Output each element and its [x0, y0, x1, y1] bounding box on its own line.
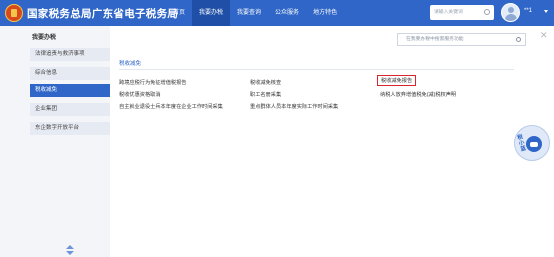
- header-search-input[interactable]: 请输入关键词: [430, 5, 494, 20]
- nav-public-service[interactable]: 公众服务: [268, 0, 306, 26]
- nav-tax-handling[interactable]: 我要办税: [192, 0, 231, 26]
- site-title: 国家税务总局广东省电子税务局: [27, 8, 179, 20]
- robot-icon: [526, 136, 542, 152]
- close-icon[interactable]: ✕: [540, 30, 548, 41]
- function-search-input[interactable]: 在我要办税中搜索服务功能: [397, 33, 526, 46]
- link-veteran-worktime-collection[interactable]: 自主就业退役士兵本年度在企业工作时间采集: [119, 103, 223, 110]
- link-tax-relief-report[interactable]: 税收减免报告: [377, 75, 417, 86]
- search-icon[interactable]: [516, 37, 521, 42]
- user-name[interactable]: **1: [524, 8, 532, 14]
- scroll-up-icon[interactable]: [66, 245, 74, 249]
- header-search-placeholder: 请输入关键词: [434, 10, 463, 15]
- sidebar: 我要办税 法律追责与救济事项 综合信息 税收减免 企业集团 东企数字开放平台: [0, 26, 110, 257]
- sidebar-item-open-platform[interactable]: 东企数字开放平台: [30, 122, 110, 135]
- nav-local-features[interactable]: 地方特色: [306, 0, 344, 26]
- main-content: 在我要办税中搜索服务功能 ✕ 税收减免 跨境应税行为免征增值税报告 税收优惠资格…: [110, 26, 554, 257]
- main-nav: 首页 我要办税 我要查询 公众服务 地方特色: [166, 0, 344, 26]
- link-key-group-worktime-collection[interactable]: 重点群体人员本年度实际工作时间采集: [250, 103, 338, 110]
- tax-emblem-icon: [5, 4, 23, 22]
- link-cancel-preferential-status[interactable]: 税收优惠资格取消: [119, 91, 161, 98]
- nav-home[interactable]: 首页: [166, 0, 192, 26]
- sidebar-item-general-info[interactable]: 综合信息: [30, 67, 110, 80]
- function-search-placeholder: 在我要办税中搜索服务功能: [406, 37, 464, 42]
- search-icon[interactable]: [484, 9, 490, 15]
- chevron-down-icon[interactable]: [544, 10, 548, 13]
- link-waive-vat-exemption-statement[interactable]: 纳税人放弃增值税免(减)税权声明: [380, 91, 456, 98]
- section-title: 税收减免: [119, 61, 142, 67]
- sidebar-item-tax-relief[interactable]: 税收减免: [30, 84, 110, 97]
- mascot-assistant-button[interactable]: 税小蓝: [514, 125, 550, 161]
- link-employee-roster-collection[interactable]: 职工名册采集: [250, 91, 281, 98]
- link-cross-border-exemption[interactable]: 跨境应税行为免征增值税报告: [119, 79, 186, 86]
- user-avatar[interactable]: [501, 3, 520, 22]
- sidebar-item-enterprise-group[interactable]: 企业集团: [30, 103, 110, 116]
- nav-query[interactable]: 我要查询: [230, 0, 268, 26]
- sidebar-title: 我要办税: [32, 35, 57, 41]
- link-tax-relief-verification[interactable]: 税收减免核查: [250, 79, 281, 86]
- top-header: 国家税务总局广东省电子税务局 首页 我要办税 我要查询 公众服务 地方特色 请输…: [0, 0, 554, 26]
- sidebar-item-legal-remedy[interactable]: 法律追责与救济事项: [30, 48, 110, 61]
- scroll-down-icon[interactable]: [66, 251, 74, 255]
- section-divider: [119, 69, 514, 70]
